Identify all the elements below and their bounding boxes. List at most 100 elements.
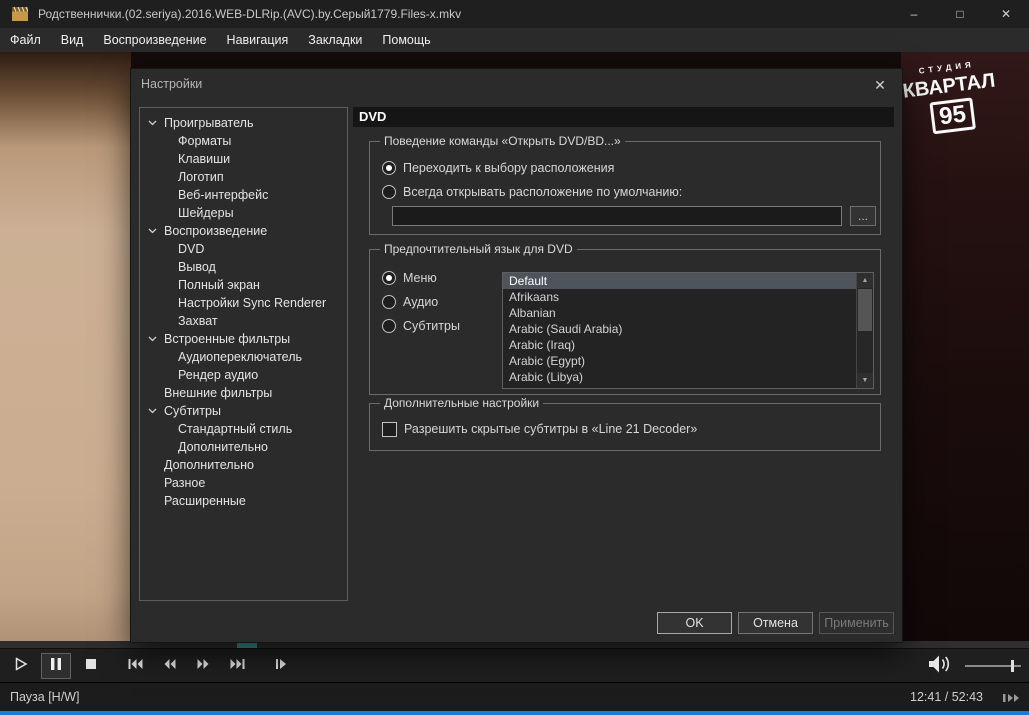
tree-item-capture[interactable]: Захват [140, 312, 347, 330]
tree-item-sync-renderer[interactable]: Настройки Sync Renderer [140, 294, 347, 312]
radio-label: Аудио [403, 295, 438, 309]
tree-item-subtitles-advanced[interactable]: Дополнительно [140, 438, 347, 456]
app-icon [12, 7, 28, 21]
tree-item-playback[interactable]: Воспроизведение [140, 222, 347, 240]
frame-step-button[interactable] [264, 652, 298, 680]
language-option[interactable]: Arabic (Libya) [503, 369, 873, 385]
minimize-button[interactable]: – [891, 0, 937, 28]
language-option[interactable]: Afrikaans [503, 289, 873, 305]
radio-audio-language[interactable]: Аудио [382, 294, 438, 310]
chevron-down-icon[interactable] [148, 114, 164, 132]
rewind-button[interactable] [152, 652, 186, 680]
tree-item-web-interface[interactable]: Веб-интерфейс [140, 186, 347, 204]
tree-item-label: Расширенные [164, 494, 246, 508]
language-option[interactable]: Arabic (Saudi Arabia) [503, 321, 873, 337]
radio-label: Переходить к выбору расположения [403, 161, 614, 175]
tree-item-logo[interactable]: Логотип [140, 168, 347, 186]
default-location-input[interactable] [392, 206, 842, 226]
menu-playback[interactable]: Воспроизведение [93, 28, 216, 52]
pause-button[interactable] [41, 653, 71, 679]
tree-item-label: Настройки Sync Renderer [178, 296, 326, 310]
listbox-scrollbar[interactable]: ▲ ▼ [856, 273, 873, 388]
chevron-down-icon[interactable] [148, 222, 164, 240]
status-bar: Пауза [H/W] 12:41 / 52:43 [0, 682, 1029, 712]
language-option[interactable]: Albanian [503, 305, 873, 321]
fast-forward-button[interactable] [186, 652, 220, 680]
scrollbar-down-icon[interactable]: ▼ [857, 373, 873, 388]
ok-button[interactable]: OK [657, 612, 732, 634]
volume-icon[interactable] [927, 654, 953, 679]
radio-label: Всегда открывать расположение по умолчан… [403, 185, 682, 199]
settings-dialog: Настройки ✕ Проигрыватель Форматы Клавиш… [130, 68, 903, 643]
language-option[interactable]: Arabic (Iraq) [503, 337, 873, 353]
tree-item-label: Рендер аудио [178, 368, 258, 382]
language-option[interactable]: Default [503, 273, 873, 289]
menu-view[interactable]: Вид [51, 28, 94, 52]
menu-navigate[interactable]: Навигация [217, 28, 299, 52]
close-button[interactable]: ✕ [983, 0, 1029, 28]
apply-button[interactable]: Применить [819, 612, 894, 634]
tree-item-shaders[interactable]: Шейдеры [140, 204, 347, 222]
chevron-down-icon[interactable] [148, 402, 164, 420]
radio-always-open-default[interactable]: Всегда открывать расположение по умолчан… [382, 184, 682, 200]
menu-bookmarks[interactable]: Закладки [298, 28, 372, 52]
scrollbar-up-icon[interactable]: ▲ [857, 273, 873, 288]
studio-kvartal-95-logo: СТУДИЯ КВАРТАЛ 95 [900, 59, 1000, 138]
chevron-down-icon[interactable] [148, 330, 164, 348]
pause-icon [48, 656, 64, 677]
settings-tree: Проигрыватель Форматы Клавиши Логотип Ве… [139, 107, 348, 601]
cancel-button[interactable]: Отмена [738, 612, 813, 634]
checkbox-line21-decoder[interactable]: Разрешить скрытые субтитры в «Line 21 De… [382, 421, 697, 437]
tree-item-player[interactable]: Проигрыватель [140, 114, 347, 132]
tree-item-output[interactable]: Вывод [140, 258, 347, 276]
tree-item-misc[interactable]: Разное [140, 474, 347, 492]
skip-forward-button[interactable] [220, 652, 254, 680]
scrollbar-thumb[interactable] [858, 289, 872, 331]
radio-subtitles-language[interactable]: Субтитры [382, 318, 460, 334]
tree-item-label: Клавиши [178, 152, 230, 166]
menu-file[interactable]: Файл [0, 28, 51, 52]
language-option[interactable]: Arabic (Egypt) [503, 353, 873, 369]
tree-item-label: Воспроизведение [164, 224, 267, 238]
tree-item-dvd[interactable]: DVD [140, 240, 347, 258]
radio-unchecked-icon [382, 319, 396, 333]
tree-item-label: Внешние фильтры [164, 386, 272, 400]
tree-item-advanced[interactable]: Дополнительно [140, 456, 347, 474]
volume-slider[interactable] [965, 659, 1021, 673]
radio-unchecked-icon [382, 185, 396, 199]
volume-thumb[interactable] [1011, 660, 1014, 672]
skip-back-button[interactable] [118, 652, 152, 680]
player-window: Родственнички.(02.seriya).2016.WEB-DLRip… [0, 0, 1029, 715]
tree-item-label: Веб-интерфейс [178, 188, 268, 202]
title-bar: Родственнички.(02.seriya).2016.WEB-DLRip… [0, 0, 1029, 28]
menu-help[interactable]: Помощь [372, 28, 440, 52]
frame-step-icon [273, 656, 289, 677]
play-button[interactable] [4, 652, 38, 680]
tree-item-fullscreen[interactable]: Полный экран [140, 276, 347, 294]
settings-page-dvd: DVD Поведение команды «Открыть DVD/BD...… [353, 107, 894, 601]
tree-item-keys[interactable]: Клавиши [140, 150, 347, 168]
maximize-button[interactable]: □ [937, 0, 983, 28]
group-preferred-language: Предпочтительный язык для DVD Меню Аудио… [369, 249, 881, 395]
controls-bar [0, 648, 1029, 683]
radio-goto-location[interactable]: Переходить к выбору расположения [382, 160, 614, 176]
tree-item-label: Проигрыватель [164, 116, 253, 130]
browse-button[interactable]: ... [850, 206, 876, 226]
rewind-icon [162, 656, 177, 677]
tree-item-subtitles[interactable]: Субтитры [140, 402, 347, 420]
group-title: Предпочтительный язык для DVD [380, 242, 577, 256]
tree-item-formats[interactable]: Форматы [140, 132, 347, 150]
tree-item-internal-filters[interactable]: Встроенные фильтры [140, 330, 347, 348]
tree-item-label: Стандартный стиль [178, 422, 292, 436]
tree-item-expert[interactable]: Расширенные [140, 492, 347, 510]
tree-item-external-filters[interactable]: Внешние фильтры [140, 384, 347, 402]
tree-item-default-style[interactable]: Стандартный стиль [140, 420, 347, 438]
tree-item-audio-switcher[interactable]: Аудиопереключатель [140, 348, 347, 366]
dialog-close-icon[interactable]: ✕ [870, 75, 890, 95]
stop-icon [83, 656, 99, 677]
radio-menu-language[interactable]: Меню [382, 270, 437, 286]
fast-forward-icon [196, 656, 211, 677]
stop-button[interactable] [74, 652, 108, 680]
tree-item-label: Захват [178, 314, 218, 328]
tree-item-audio-renderer[interactable]: Рендер аудио [140, 366, 347, 384]
